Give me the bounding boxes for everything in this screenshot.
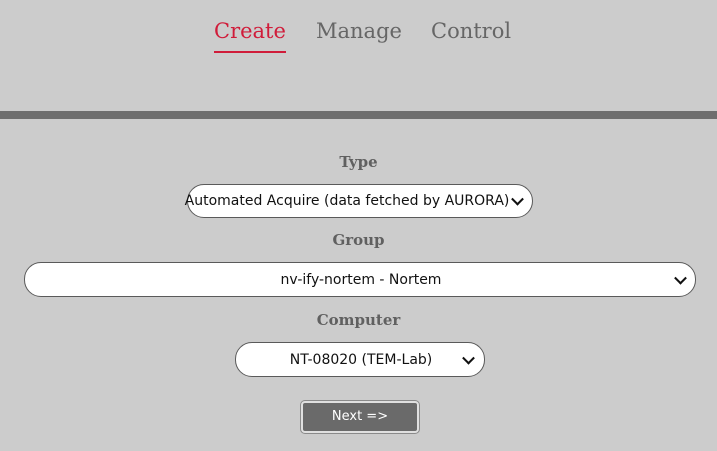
- group-select-value: nv-ify-nortem - Nortem: [280, 271, 442, 288]
- type-label: Type: [339, 153, 378, 171]
- group-label: Group: [332, 231, 385, 249]
- group-select[interactable]: nv-ify-nortem - Nortem: [24, 262, 696, 297]
- tab-control[interactable]: Control: [431, 19, 511, 51]
- computer-select[interactable]: NT-08020 (TEM-Lab): [235, 342, 485, 377]
- type-select[interactable]: Automated Acquire (data fetched by AUROR…: [184, 184, 533, 218]
- main-tabs: Create Manage Control: [0, 0, 717, 110]
- computer-label: Computer: [316, 311, 401, 329]
- tab-manage[interactable]: Manage: [316, 19, 402, 51]
- chevron-down-icon: [511, 192, 524, 206]
- computer-select-value: NT-08020 (TEM-Lab): [289, 351, 433, 368]
- section-divider: [0, 111, 717, 119]
- next-button[interactable]: Next =>: [301, 401, 419, 433]
- tab-create[interactable]: Create: [214, 19, 286, 53]
- type-select-value: Automated Acquire (data fetched by AUROR…: [184, 193, 510, 209]
